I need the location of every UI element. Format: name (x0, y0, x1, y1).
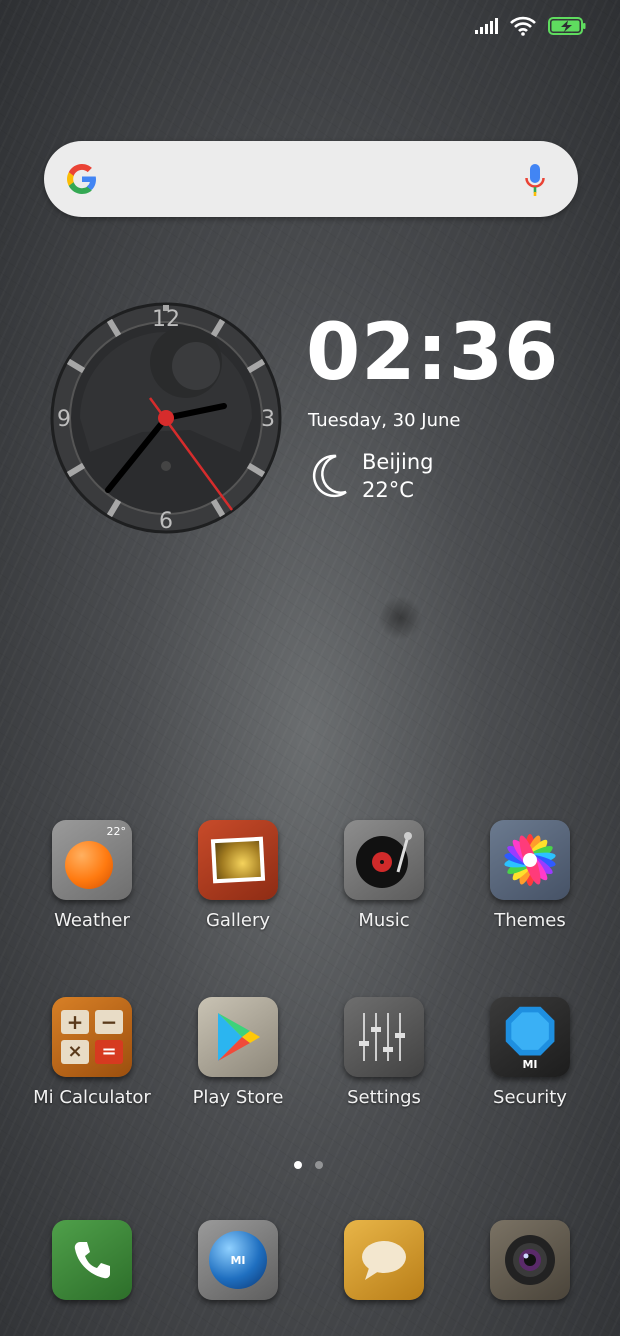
app-label: Security (493, 1087, 567, 1108)
app-weather[interactable]: 22° Weather (22, 820, 162, 931)
security-badge: MI (522, 1058, 538, 1071)
app-label: Weather (54, 910, 130, 931)
analog-clock-widget[interactable]: 12 3 6 9 (50, 302, 282, 534)
page-dot[interactable] (315, 1161, 323, 1169)
dock-phone[interactable] (22, 1220, 162, 1300)
voice-search-mic-icon[interactable] (524, 163, 546, 197)
play-store-icon (198, 997, 278, 1077)
dock-camera[interactable] (460, 1220, 600, 1300)
signal-icon (475, 18, 498, 34)
gallery-icon (198, 820, 278, 900)
app-settings[interactable]: Settings (314, 997, 454, 1108)
weather-city: Beijing (362, 450, 434, 474)
security-icon: MI (490, 997, 570, 1077)
calculator-icon: + − × = (52, 997, 132, 1077)
battery-charging-icon (548, 17, 586, 35)
app-mi-calculator[interactable]: + − × = Mi Calculator (22, 997, 162, 1108)
browser-icon: MI (198, 1220, 278, 1300)
weather-badge: 22° (106, 825, 127, 838)
settings-icon (344, 997, 424, 1077)
messages-icon (344, 1220, 424, 1300)
google-logo-icon (67, 164, 96, 194)
app-music[interactable]: Music (314, 820, 454, 931)
app-label: Mi Calculator (33, 1087, 151, 1108)
app-label: Themes (494, 910, 566, 931)
dock-browser[interactable]: MI (168, 1220, 308, 1300)
wifi-icon (510, 16, 536, 36)
music-icon (344, 820, 424, 900)
clock-numeral-3: 3 (261, 407, 275, 432)
app-label: Play Store (192, 1087, 284, 1108)
page-indicator[interactable] (294, 1161, 323, 1169)
app-label: Settings (347, 1087, 421, 1108)
app-gallery[interactable]: Gallery (168, 820, 308, 931)
phone-icon (52, 1220, 132, 1300)
weather-temp: 22°C (362, 478, 414, 502)
digital-time[interactable]: 02:36 (306, 308, 559, 398)
google-search-bar[interactable] (44, 141, 578, 217)
weather-icon: 22° (52, 820, 132, 900)
weather-summary[interactable]: Beijing 22°C (310, 448, 433, 504)
clock-numeral-9: 9 (57, 407, 71, 432)
clock-numeral-12: 12 (152, 307, 180, 332)
themes-icon (490, 820, 570, 900)
app-themes[interactable]: Themes (460, 820, 600, 931)
date-text: Tuesday, 30 June (308, 410, 461, 431)
moon-icon (312, 454, 347, 498)
page-dot-active[interactable] (294, 1161, 302, 1169)
status-bar (475, 16, 586, 36)
browser-badge: MI (230, 1253, 246, 1267)
dock-messages[interactable] (314, 1220, 454, 1300)
app-label: Gallery (205, 910, 271, 931)
app-security[interactable]: MI Security (460, 997, 600, 1108)
camera-icon (490, 1220, 570, 1300)
app-label: Music (358, 910, 410, 931)
clock-numeral-6: 6 (159, 509, 173, 534)
app-play-store[interactable]: Play Store (168, 997, 308, 1108)
